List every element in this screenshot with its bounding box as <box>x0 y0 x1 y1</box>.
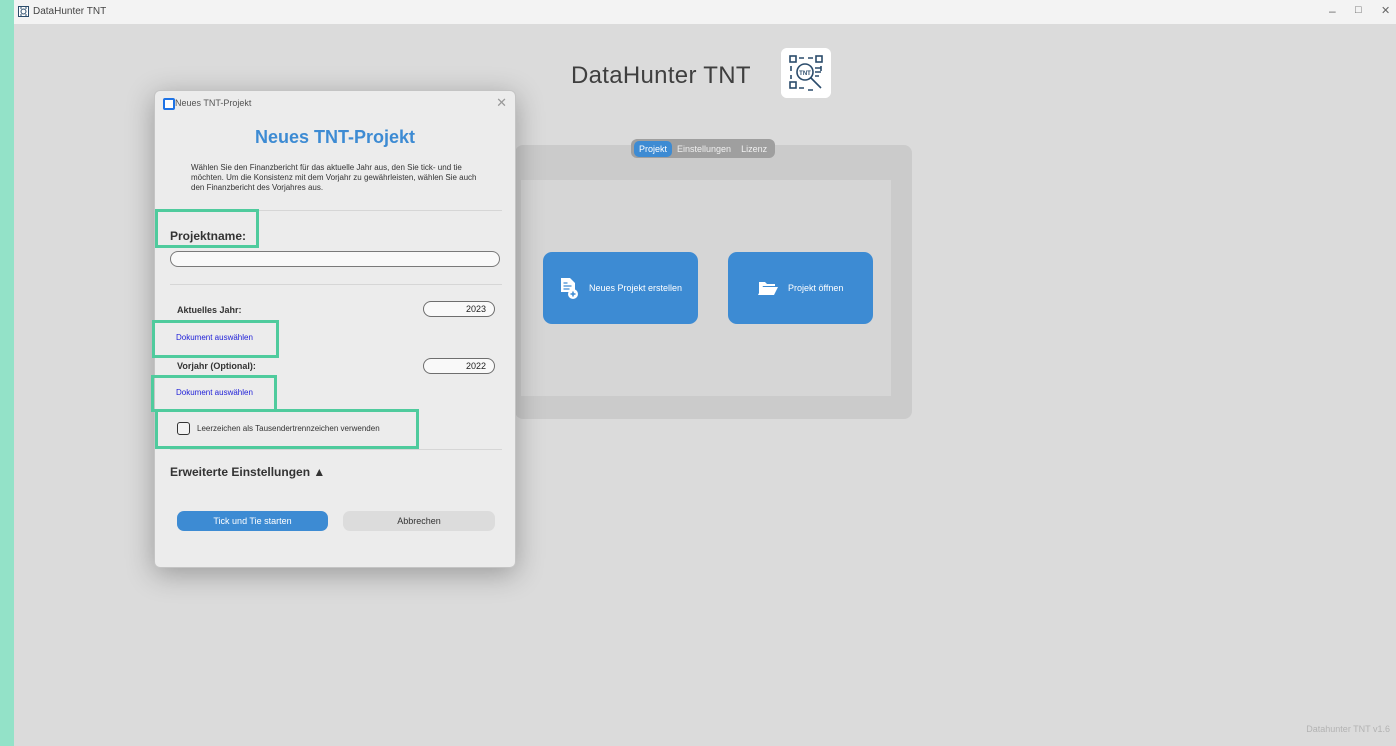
previous-year-label: Vorjahr (Optional): <box>177 361 256 371</box>
app-icon <box>18 6 29 17</box>
cancel-button[interactable]: Abbrechen <box>343 511 495 531</box>
svg-text:TNT: TNT <box>799 71 811 77</box>
highlight-current-document <box>152 320 279 358</box>
divider <box>170 284 502 285</box>
maximize-button[interactable]: □ <box>1355 4 1362 16</box>
close-button[interactable]: ✕ <box>1381 4 1390 17</box>
open-project-label: Projekt öffnen <box>788 283 844 293</box>
folder-open-icon <box>758 282 778 295</box>
tab-projekt[interactable]: Projekt <box>634 140 673 157</box>
highlight-checkbox <box>155 409 419 449</box>
version-label: Datahunter TNT v1.6 <box>1306 724 1390 734</box>
open-project-button[interactable]: Projekt öffnen <box>728 252 873 324</box>
new-document-icon <box>561 277 578 299</box>
current-year-field[interactable]: 2023 <box>423 301 495 317</box>
minimize-button[interactable]: – <box>1329 4 1336 18</box>
tab-lizenz[interactable]: Lizenz <box>736 141 772 157</box>
dialog-window-title: Neues TNT-Projekt <box>175 98 252 108</box>
app-logo: TNT <box>781 48 831 98</box>
dialog-heading: Neues TNT-Projekt <box>254 127 416 147</box>
start-tick-tie-button[interactable]: Tick und Tie starten <box>177 511 328 531</box>
current-year-label: Aktuelles Jahr: <box>177 305 242 315</box>
dialog-titlebar: Neues TNT-Projekt ✕ <box>155 91 515 113</box>
new-project-button[interactable]: Neues Projekt erstellen <box>543 252 698 324</box>
app-title: DataHunter TNT <box>571 62 751 89</box>
window-title: DataHunter TNT <box>33 6 107 17</box>
highlight-previous-document <box>151 375 277 412</box>
dialog-app-icon <box>163 98 175 110</box>
tab-bar: Projekt Einstellungen Lizenz <box>631 139 776 158</box>
dialog-close-icon[interactable]: ✕ <box>496 95 507 111</box>
tab-einstellungen[interactable]: Einstellungen <box>672 141 736 157</box>
window-titlebar: DataHunter TNT – □ ✕ <box>14 0 1396 24</box>
divider <box>170 449 502 450</box>
advanced-settings-toggle[interactable]: Erweiterte Einstellungen ▲ <box>170 465 325 479</box>
dialog-description: Wählen Sie den Finanzbericht für das akt… <box>191 163 477 192</box>
previous-year-field[interactable]: 2022 <box>423 358 495 374</box>
project-name-input[interactable] <box>170 251 500 267</box>
new-project-label: Neues Projekt erstellen <box>589 283 683 293</box>
highlight-project-name <box>155 209 259 248</box>
